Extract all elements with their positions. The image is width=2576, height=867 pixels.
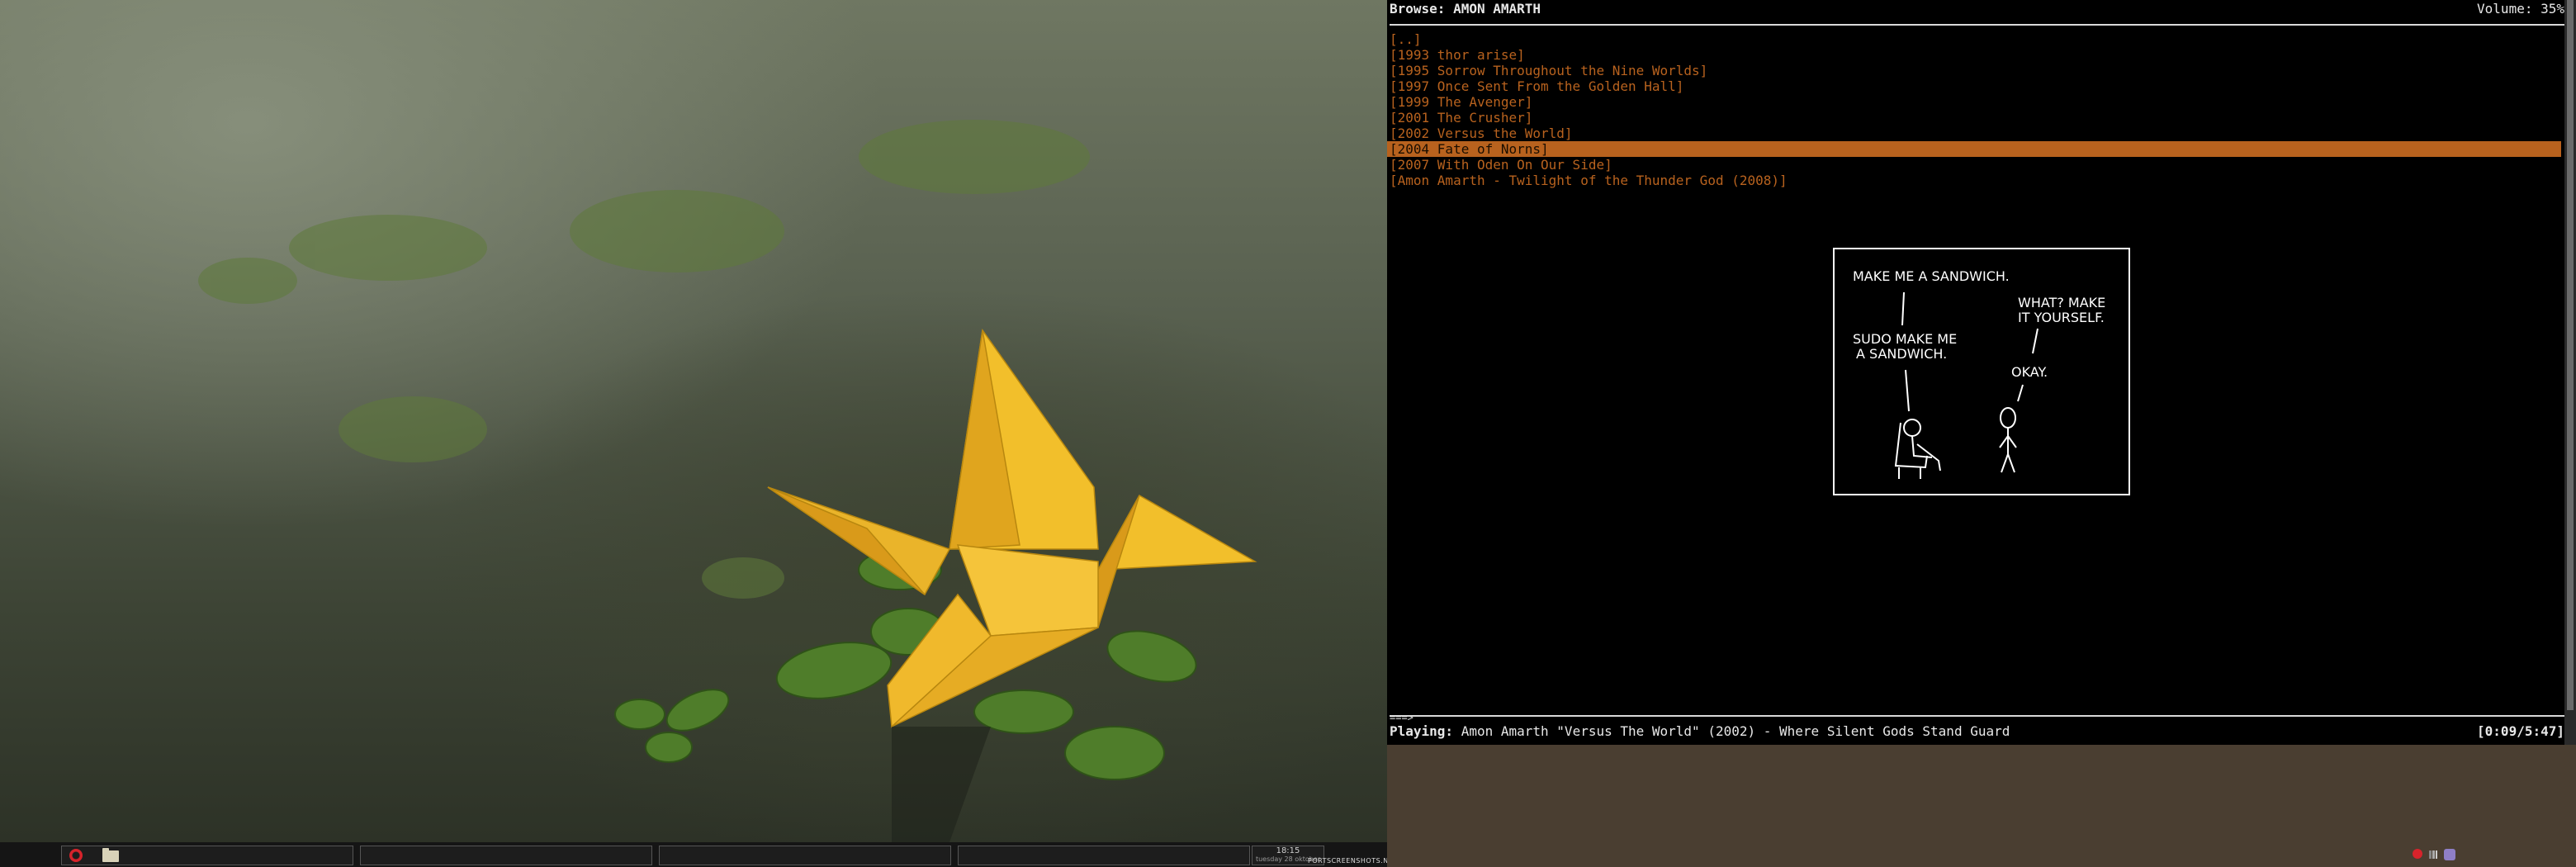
app-tray-icon[interactable] (2444, 849, 2455, 860)
stick-figures-drawing (1894, 291, 2039, 479)
list-item[interactable]: [Amon Amarth - Twilight of the Thunder G… (1387, 173, 2561, 188)
browse-title: Browse: AMON AMARTH (1390, 1, 1541, 17)
clock-time: 18:15 (1276, 846, 1300, 855)
lower-panel (1387, 745, 2576, 867)
now-playing-track: Amon Amarth "Versus The World" (2002) - … (1461, 723, 2010, 739)
now-playing-bar: Playing: Amon Amarth "Versus The World" … (1390, 723, 2564, 739)
origami-crane-illustration (198, 120, 1257, 859)
playing-label: Playing: (1390, 723, 1454, 739)
list-item[interactable]: [1995 Sorrow Throughout the Nine Worlds] (1387, 63, 2561, 78)
opera-tray-icon[interactable] (2413, 849, 2422, 859)
browse-header: Browse: AMON AMARTH Volume: 35% (1390, 1, 2564, 17)
list-item[interactable]: [1993 thor arise] (1387, 47, 2561, 63)
list-item[interactable]: [2007 With Oden On Our Side] (1387, 157, 2561, 173)
taskbar-slot-3[interactable] (659, 846, 951, 865)
list-item[interactable]: [1997 Once Sent From the Golden Hall] (1387, 78, 2561, 94)
list-item[interactable]: [1999 The Avenger] (1387, 94, 2561, 110)
list-item-selected[interactable]: [2004 Fate of Norns] (1387, 141, 2561, 157)
signal-tray-icon[interactable] (2429, 850, 2437, 859)
terminal-scrollbar[interactable] (2564, 0, 2576, 745)
status-divider (1390, 715, 2564, 717)
opera-browser-icon[interactable] (69, 849, 83, 862)
taskbar-slot-4[interactable] (958, 846, 1250, 865)
comic-panel: MAKE ME A SANDWICH. WHAT? MAKE IT YOURSE… (1833, 248, 2130, 495)
scrollbar-thumb[interactable] (2567, 0, 2574, 710)
watermark: PORTSCREENSHOTS.NET (1308, 857, 1387, 865)
list-item[interactable]: [..] (1387, 31, 2561, 47)
desktop-wallpaper: 18:15 tuesday 28 oktober PORTSCREENSHOTS… (0, 0, 1387, 867)
file-manager-icon[interactable] (102, 848, 119, 862)
list-item[interactable]: [2001 The Crusher] (1387, 110, 2561, 126)
playback-time: [0:09/5:47] (2477, 723, 2564, 739)
header-divider (1390, 24, 2564, 26)
taskbar: 18:15 tuesday 28 oktober (0, 842, 1387, 867)
browse-list: [..] [1993 thor arise] [1995 Sorrow Thro… (1387, 31, 2561, 188)
list-item[interactable]: [2002 Versus the World] (1387, 126, 2561, 141)
volume-indicator: Volume: 35% (2477, 1, 2564, 17)
taskbar-slot-2[interactable] (360, 846, 652, 865)
